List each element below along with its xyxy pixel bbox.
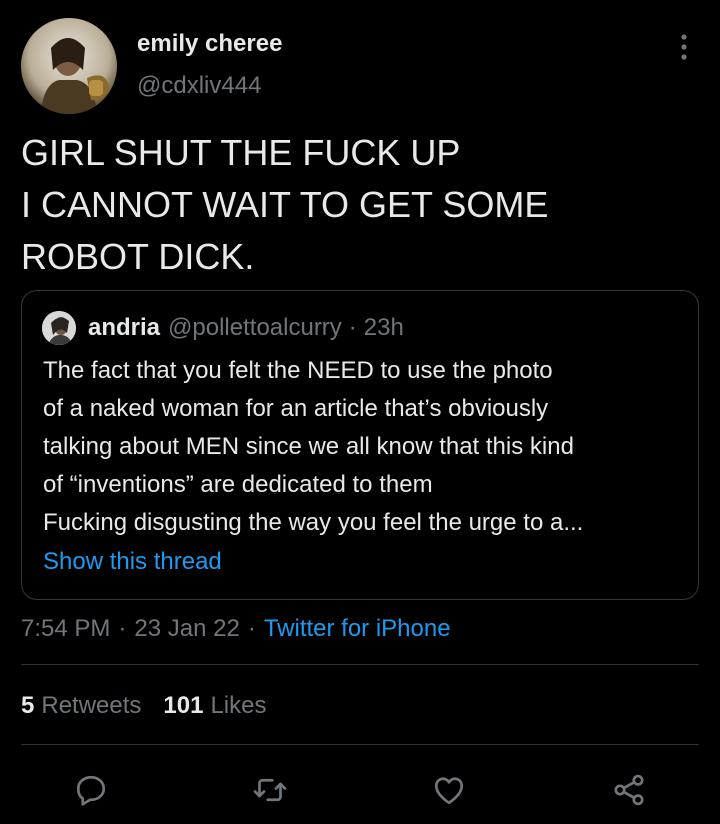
quoted-text-line: of “inventions” are dedicated to them: [43, 471, 433, 498]
tweet-stats: 5 Retweets 101 Likes: [21, 688, 288, 724]
like-icon[interactable]: [429, 770, 469, 810]
author-handle[interactable]: @cdxliv444: [137, 72, 261, 100]
quoted-tweet-header: andria @pollettoalcurry · 23h: [88, 311, 404, 345]
share-icon[interactable]: [609, 770, 649, 810]
separator-dot: ·: [118, 615, 127, 642]
retweets-label[interactable]: Retweets: [41, 692, 141, 720]
tweet-text-line: ROBOT DICK.: [21, 236, 255, 277]
divider: [21, 664, 699, 665]
retweets-count[interactable]: 5: [21, 692, 34, 720]
quoted-text-line: The fact that you felt the NEED to use t…: [43, 357, 553, 384]
tweet-text: GIRL SHUT THE FUCK UP I CANNOT WAIT TO G…: [21, 127, 701, 283]
quoted-tweet-card[interactable]: andria @pollettoalcurry · 23h The fact t…: [21, 290, 699, 600]
tweet-meta: 7:54 PM · 23 Jan 22 · Twitter for iPhone: [21, 612, 451, 646]
quoted-author-name: andria: [88, 314, 161, 341]
tweet-text-line: I CANNOT WAIT TO GET SOME: [21, 184, 549, 225]
likes-count[interactable]: 101: [163, 692, 203, 720]
tweet-source-link[interactable]: Twitter for iPhone: [264, 615, 451, 643]
action-bar: [0, 760, 720, 820]
quoted-text-line: Fucking disgusting the way you feel the …: [43, 509, 584, 536]
quoted-text-line: talking about MEN since we all know that…: [43, 433, 574, 460]
separator-dot: ·: [247, 615, 256, 642]
quoted-tweet-text: The fact that you felt the NEED to use t…: [43, 352, 683, 542]
divider: [21, 744, 699, 745]
quoted-author-avatar: [42, 311, 76, 345]
author-avatar[interactable]: [21, 18, 117, 114]
more-options-icon[interactable]: [664, 30, 704, 64]
quoted-tweet-time: 23h: [363, 314, 404, 341]
likes-label[interactable]: Likes: [210, 692, 266, 720]
quoted-text-line: of a naked woman for an article that’s o…: [43, 395, 549, 422]
show-thread-link[interactable]: Show this thread: [43, 548, 222, 576]
quoted-author-handle: @pollettoalcurry: [168, 314, 342, 341]
retweet-icon[interactable]: [250, 770, 290, 810]
tweet-text-line: GIRL SHUT THE FUCK UP: [21, 132, 461, 173]
separator-dot: ·: [348, 314, 357, 341]
reply-icon[interactable]: [71, 770, 111, 810]
author-name[interactable]: emily cheree: [137, 30, 282, 58]
tweet-date[interactable]: 23 Jan 22: [134, 615, 239, 643]
tweet-detail: emily cheree @cdxliv444 GIRL SHUT THE FU…: [0, 0, 720, 824]
tweet-time[interactable]: 7:54 PM: [21, 615, 110, 643]
